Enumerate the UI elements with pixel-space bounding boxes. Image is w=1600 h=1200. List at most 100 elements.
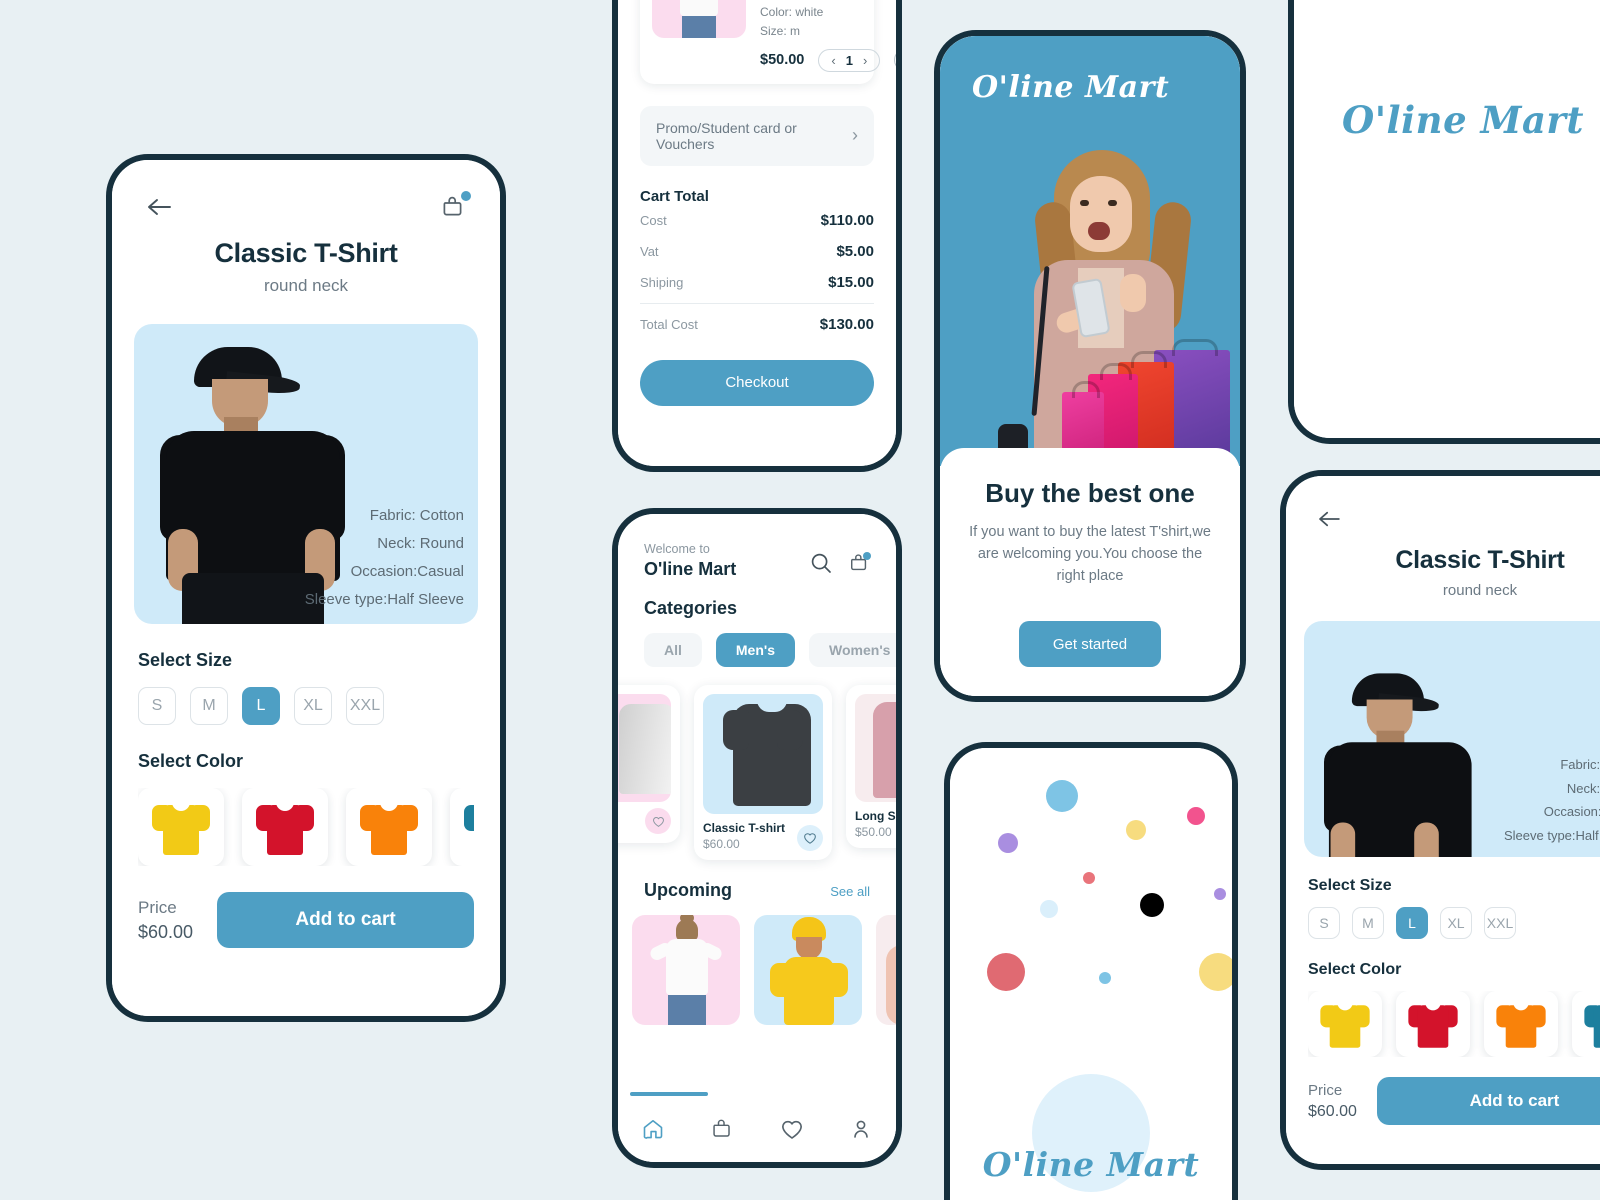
brand-logo: O'line Mart — [972, 70, 1170, 105]
promo-voucher-row[interactable]: Promo/Student card or Vouchers › — [640, 105, 874, 166]
size-option-s[interactable]: S — [138, 687, 176, 725]
size-option-l[interactable]: L — [1396, 907, 1428, 939]
phone-product-detail-right: Classic T-Shirt round neck Fabric: Cotto… — [1280, 470, 1600, 1170]
color-option-orange[interactable] — [1484, 991, 1558, 1057]
splash-dot — [1083, 872, 1095, 884]
size-option-m[interactable]: M — [190, 687, 228, 725]
nav-home-icon[interactable] — [641, 1117, 665, 1146]
total-row-cost: Cost $110.00 — [640, 211, 874, 229]
chevron-right-icon[interactable]: › — [863, 53, 867, 68]
splash-dot — [1046, 780, 1078, 812]
color-option-orange[interactable] — [346, 788, 432, 866]
close-circle-icon[interactable]: ✕ — [894, 49, 896, 72]
design-board: Classic T-Shirt round neck Fabric: Cotto… — [0, 0, 1600, 1200]
get-started-button[interactable]: Get started — [1019, 621, 1161, 668]
heart-icon[interactable] — [645, 808, 671, 834]
brand-logo: O'line Mart — [1342, 98, 1585, 142]
select-color-label: Select Color — [1308, 961, 1402, 978]
size-option-xxl[interactable]: XXL — [1484, 907, 1516, 939]
shopping-bag-icon[interactable] — [436, 190, 471, 224]
size-option-xl[interactable]: XL — [294, 687, 332, 725]
color-option-teal[interactable] — [1572, 991, 1600, 1057]
product-carousel[interactable]: Classic T-shirt $60.00 Long Sleeve T $ — [618, 685, 896, 860]
cart-totals: Cart Total Cost $110.00 Vat $5.00 Shiping $… — [640, 188, 874, 340]
bottom-nav — [618, 1100, 896, 1162]
back-icon[interactable] — [142, 190, 176, 224]
page-indicator — [630, 1092, 708, 1096]
price-block: Price $60.00 — [138, 898, 193, 943]
category-tab-all[interactable]: All — [644, 633, 702, 667]
back-icon[interactable] — [1312, 502, 1346, 536]
color-options[interactable] — [138, 788, 474, 866]
category-tab-mens[interactable]: Men's — [715, 633, 796, 667]
color-option-yellow[interactable] — [138, 788, 224, 866]
search-icon[interactable] — [810, 552, 832, 579]
promo-label: Promo/Student card or Vouchers — [656, 119, 797, 152]
splash-screen: O'line Mart — [950, 748, 1232, 1200]
chevron-right-icon: › — [852, 125, 858, 146]
select-color-label: Select Color — [138, 751, 244, 771]
splash-dot — [1214, 888, 1226, 900]
price-value: $60.00 — [1308, 1102, 1357, 1120]
size-option-l[interactable]: L — [242, 687, 280, 725]
phone-product-detail: Classic T-Shirt round neck Fabric: Cotto… — [106, 154, 506, 1022]
upcoming-carousel[interactable] — [618, 915, 896, 1025]
upcoming-card[interactable] — [632, 915, 740, 1025]
product-hero-image: Fabric: Cotton Neck: Round Occasion:Casu… — [1304, 621, 1600, 857]
quantity-stepper[interactable]: ‹ 1 › — [818, 48, 881, 72]
checkout-button[interactable]: Checkout — [640, 359, 874, 406]
size-option-s[interactable]: S — [1308, 907, 1340, 939]
welcome-small: Welcome to — [644, 542, 710, 556]
product-price: $60.00 — [703, 837, 740, 851]
add-to-cart-button[interactable]: Add to cart — [1376, 1077, 1600, 1125]
price-label: Price — [138, 897, 177, 917]
model-photo — [1324, 667, 1472, 857]
onboarding-sheet: Buy the best one If you want to buy the … — [940, 448, 1240, 696]
categories-label: Categories — [644, 598, 738, 618]
add-to-cart-button[interactable]: Add to cart — [217, 892, 474, 948]
product-card-featured[interactable]: Classic T-shirt $60.00 — [694, 685, 832, 860]
size-option-xxl[interactable]: XXL — [346, 687, 384, 725]
product-card[interactable]: Long Sleeve T $50.00 — [846, 685, 896, 848]
total-row-shipping: Shiping $15.00 — [640, 273, 874, 291]
brand-logo: O'line Mart — [982, 1145, 1200, 1184]
phone-home: Welcome to O'line Mart Categories All Me… — [612, 508, 902, 1168]
size-option-m[interactable]: M — [1352, 907, 1384, 939]
nav-heart-icon[interactable] — [780, 1117, 804, 1146]
color-option-yellow[interactable] — [1308, 991, 1382, 1057]
color-options[interactable] — [1308, 991, 1600, 1057]
splash-dot — [998, 833, 1018, 853]
shopping-bag-icon[interactable] — [848, 552, 871, 579]
product-name: Long Sleeve T — [855, 809, 896, 823]
page-subtitle: round neck — [1442, 582, 1518, 599]
cart-total-title: Cart Total — [640, 187, 709, 205]
phone-splash: O'line Mart — [944, 742, 1238, 1200]
heart-icon[interactable] — [797, 825, 823, 851]
upcoming-card[interactable] — [876, 915, 896, 1025]
price-block: Price $60.00 — [1308, 1082, 1357, 1121]
nav-person-icon[interactable] — [849, 1117, 873, 1146]
onboarding-paragraph: If you want to buy the latest T'shirt,we… — [969, 524, 1211, 585]
product-card[interactable] — [618, 685, 680, 843]
see-all-link[interactable]: See all — [830, 884, 870, 899]
color-option-red[interactable] — [1396, 991, 1470, 1057]
welcome-block: Welcome to O'line Mart — [644, 542, 736, 580]
divider — [640, 302, 874, 304]
color-option-teal[interactable] — [450, 788, 474, 866]
color-option-red[interactable] — [242, 788, 328, 866]
phone-logo-card: O'line Mart — [1288, 0, 1600, 444]
price-label: Price — [1308, 1081, 1343, 1099]
nav-bag-icon[interactable] — [710, 1117, 734, 1146]
page-subtitle: round neck — [263, 276, 349, 295]
size-option-xl[interactable]: XL — [1440, 907, 1472, 939]
product-specs: Fabric: Cotton Neck: Round Occasion:Casu… — [304, 507, 464, 609]
category-tab-womens[interactable]: Women's — [809, 633, 896, 667]
chevron-left-icon[interactable]: ‹ — [831, 53, 835, 68]
onboarding-hero: O'line Mart — [940, 36, 1240, 466]
upcoming-label: Upcoming — [644, 880, 732, 900]
cart-item-price: $50.00 — [760, 52, 805, 69]
splash-dot — [1126, 820, 1146, 840]
welcome-brand: O'line Mart — [644, 559, 737, 579]
product-name: Classic T-shirt — [703, 821, 786, 835]
upcoming-card[interactable] — [754, 915, 862, 1025]
